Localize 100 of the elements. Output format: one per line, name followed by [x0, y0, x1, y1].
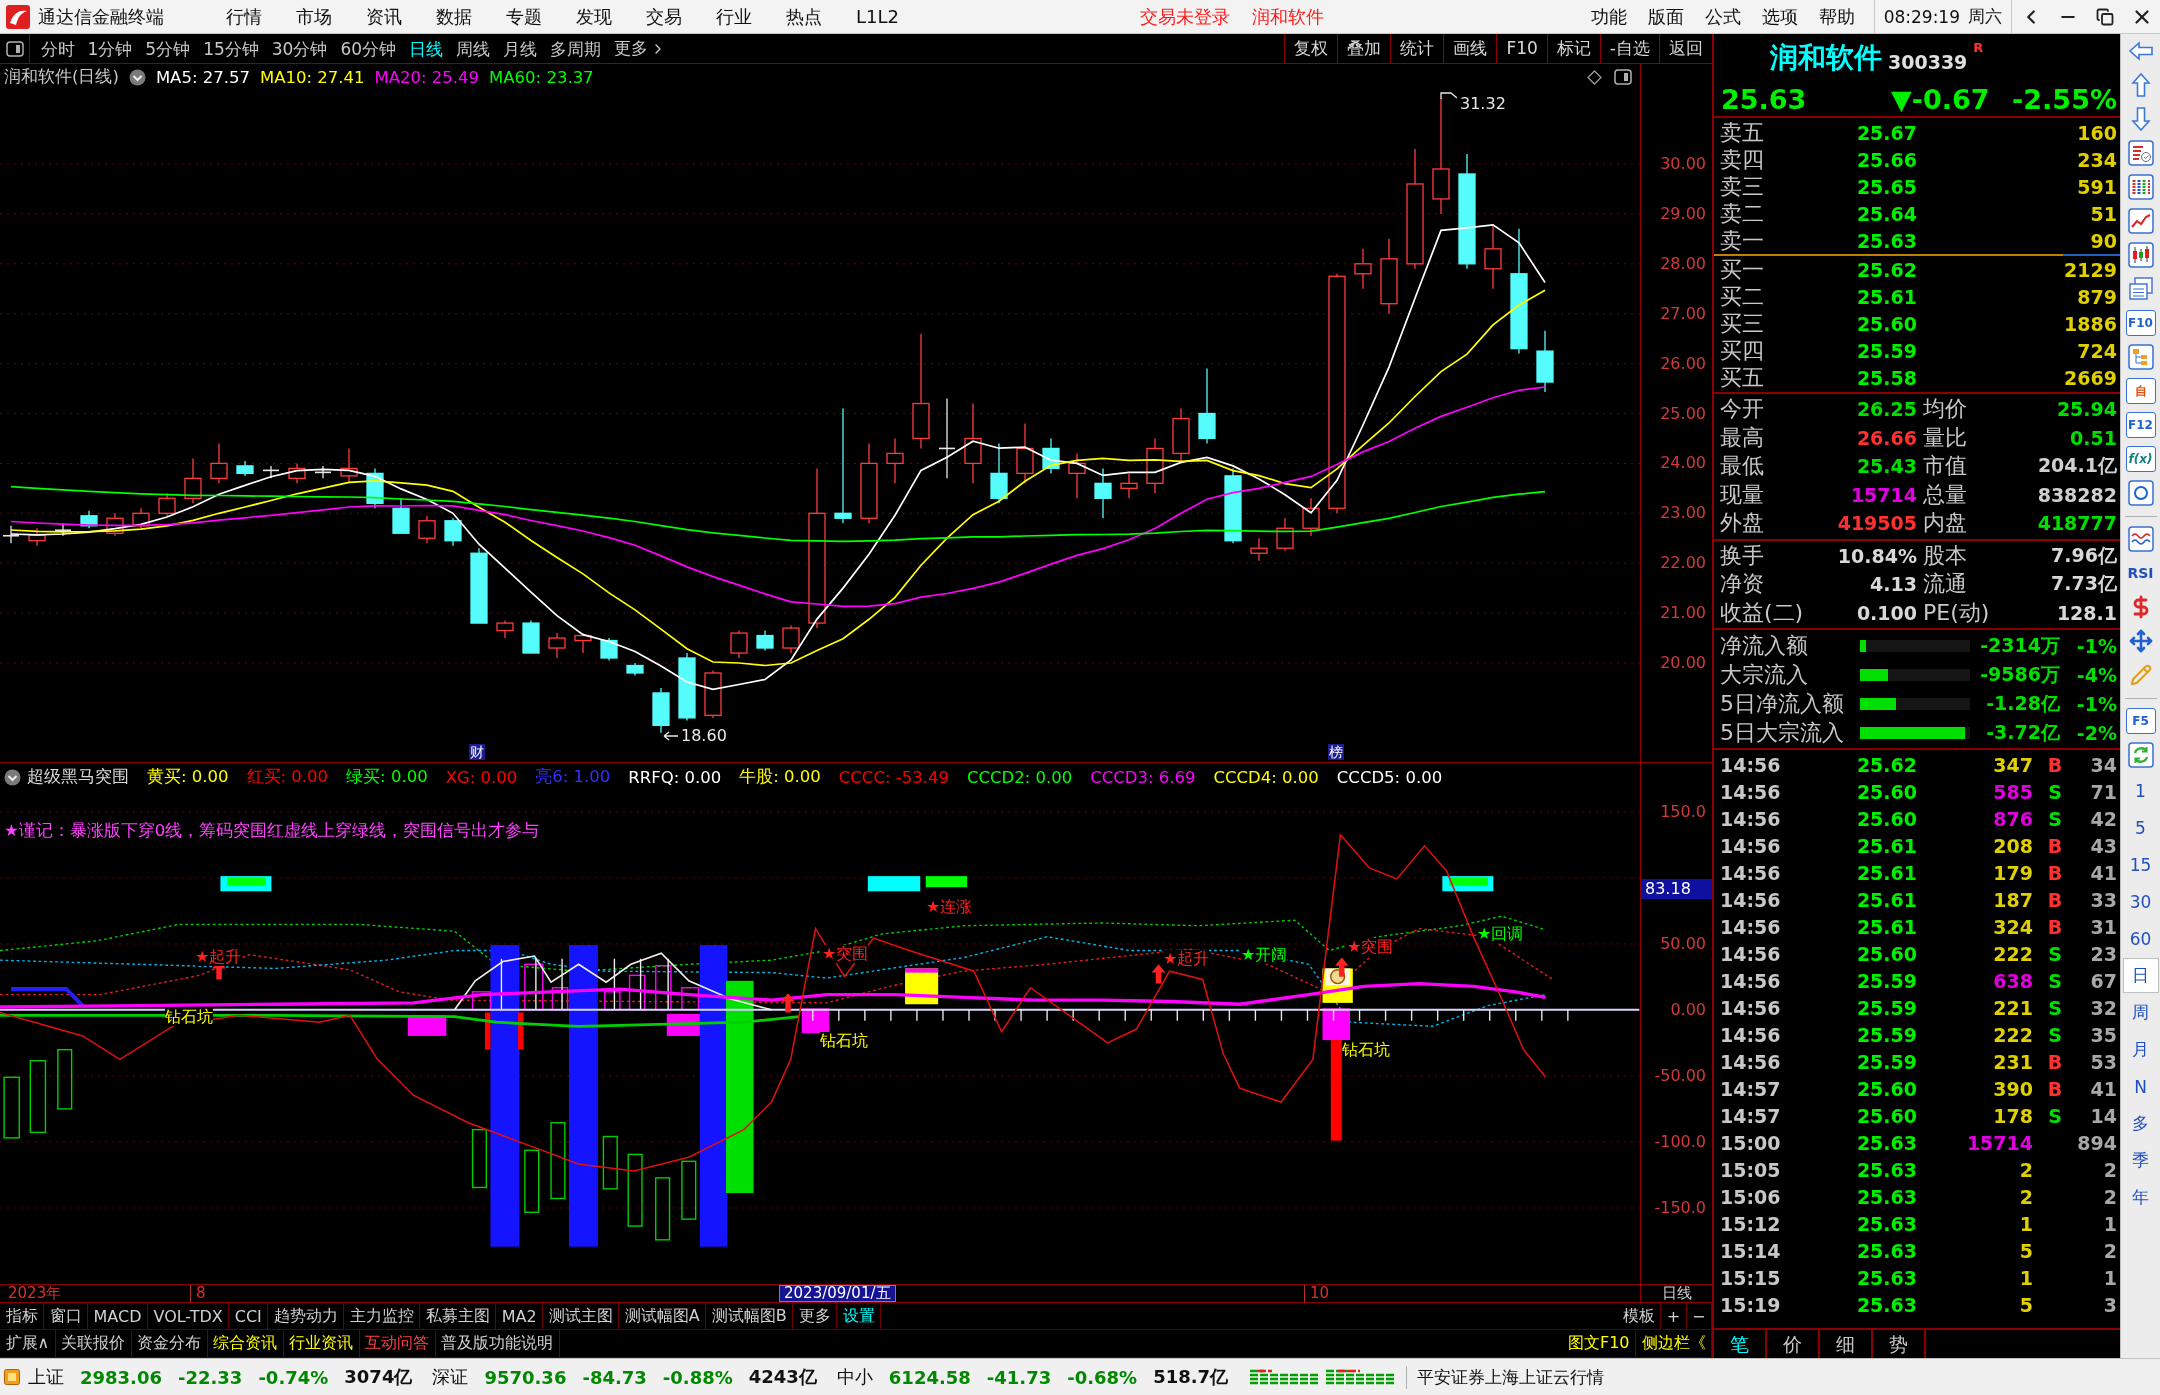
menu-item[interactable]: 功能 — [1580, 0, 1638, 33]
toolbar-button[interactable]: 标记 — [1546, 34, 1600, 63]
wave-icon[interactable] — [2127, 526, 2154, 552]
period-tab[interactable]: 日线 — [402, 34, 450, 63]
side-tool-button[interactable]: F10 — [2125, 310, 2156, 336]
menu-item[interactable]: 热点 — [769, 0, 839, 33]
flow-percent: -4% — [2075, 663, 2117, 686]
toolbar-button[interactable]: 统计 — [1390, 34, 1444, 63]
indicator-tab[interactable]: MA2 — [496, 1303, 544, 1329]
tree-icon[interactable] — [2127, 344, 2154, 370]
period-tab[interactable]: 15分钟 — [196, 34, 266, 63]
dropdown-icon[interactable] — [128, 68, 146, 86]
period-button[interactable]: 周 — [2122, 995, 2159, 1030]
period-button[interactable]: 年 — [2122, 1180, 2159, 1215]
period-button[interactable]: N — [2122, 1069, 2159, 1104]
indicator-tab[interactable]: 测试幅图A — [619, 1303, 707, 1329]
extension-tab[interactable]: 关联报价 — [55, 1330, 132, 1357]
menu-item[interactable]: 版面 — [1637, 0, 1695, 33]
period-button[interactable]: 5 — [2122, 810, 2159, 845]
period-button[interactable]: 月 — [2122, 1032, 2159, 1067]
menu-item[interactable]: 行情 — [209, 0, 279, 33]
period-button[interactable]: 日 — [2122, 958, 2159, 993]
menu-item[interactable]: 行业 — [699, 0, 769, 33]
period-tab[interactable]: 分时 — [34, 34, 81, 63]
menu-item[interactable]: 数据 — [419, 0, 489, 33]
indicator-tab[interactable]: 私募主图 — [420, 1303, 497, 1329]
book-label: 卖五 — [1720, 120, 1765, 145]
period-label: 日线 — [1661, 1285, 1692, 1302]
toolbar-button[interactable]: 复权 — [1284, 34, 1338, 63]
arrow-left-icon[interactable] — [2127, 40, 2154, 62]
diamond-icon[interactable] — [1587, 69, 1602, 85]
refresh-icon[interactable] — [2127, 742, 2154, 768]
extension-tab[interactable]: 互动问答 — [359, 1330, 436, 1357]
period-button[interactable]: 15 — [2122, 847, 2159, 882]
indicator-tab[interactable]: 窗口 — [44, 1303, 88, 1329]
template-button[interactable]: + — [1661, 1303, 1687, 1329]
dropdown-icon[interactable] — [4, 768, 21, 786]
arrow-down-icon[interactable] — [2129, 106, 2152, 132]
period-button[interactable]: 1 — [2122, 773, 2159, 808]
side-tool-button[interactable]: RSI — [2126, 561, 2155, 585]
menu-item[interactable]: L1L2 — [839, 0, 916, 33]
windows-icon[interactable] — [2127, 276, 2154, 302]
period-tab[interactable]: 周线 — [449, 34, 497, 63]
period-tab[interactable]: 30分钟 — [265, 34, 334, 63]
period-tab[interactable]: 月线 — [496, 34, 544, 63]
restore-icon[interactable] — [2095, 7, 2114, 26]
indicator-tab[interactable]: 主力监控 — [344, 1303, 421, 1329]
period-button[interactable]: 季 — [2122, 1143, 2159, 1178]
indicator-tab[interactable]: 更多 — [793, 1303, 838, 1329]
indicator-tab[interactable]: 趋势动力 — [268, 1303, 345, 1329]
toolbar-button[interactable]: F10 — [1496, 34, 1547, 63]
indicator-tab[interactable]: MACD — [88, 1303, 148, 1329]
extension-tab[interactable]: 资金分布 — [131, 1330, 208, 1357]
period-button[interactable]: 60 — [2122, 921, 2159, 956]
indicator-tab[interactable]: CCI — [229, 1303, 269, 1329]
toolbar-button[interactable]: 叠加 — [1337, 34, 1391, 63]
extension-tab[interactable]: 综合资讯 — [207, 1330, 284, 1357]
indicator-tab[interactable]: 测试幅图B — [706, 1303, 794, 1329]
alert-link[interactable]: 润和软件 — [1251, 4, 1324, 29]
menu-item[interactable]: 帮助 — [1808, 0, 1866, 33]
panel-toggle-icon[interactable] — [5, 40, 24, 57]
menu-item[interactable]: 专题 — [489, 0, 559, 33]
toolbar-button[interactable]: -自选 — [1599, 34, 1659, 63]
candlestick-icon[interactable] — [2127, 242, 2154, 268]
extension-tab[interactable]: 扩展∧ — [0, 1330, 56, 1357]
period-button[interactable]: 多 — [2122, 1106, 2159, 1141]
menu-item[interactable]: 发现 — [559, 0, 629, 33]
move-icon[interactable] — [2128, 629, 2153, 653]
extension-tab[interactable]: 行业资讯 — [283, 1330, 360, 1357]
side-tool-button[interactable]: 自 — [2125, 378, 2156, 404]
indicator-tab[interactable]: VOL-TDX — [147, 1303, 230, 1329]
period-tab[interactable]: 60分钟 — [333, 34, 403, 63]
indicator-tab[interactable]: 设置 — [837, 1303, 882, 1329]
side-tool-button[interactable]: F12 — [2125, 412, 2156, 438]
side-tool-button[interactable]: F5 — [2125, 708, 2156, 734]
line-chart-icon[interactable] — [2127, 208, 2154, 234]
tick-time: 14:56 — [1720, 861, 1782, 884]
menu-item[interactable]: 交易 — [629, 0, 699, 33]
panel-link[interactable]: 图文F10 — [1562, 1330, 1636, 1357]
menu-item[interactable]: 市场 — [279, 0, 349, 33]
menu-item[interactable]: 资讯 — [349, 0, 419, 33]
menu-item[interactable]: 选项 — [1751, 0, 1809, 33]
indicator-tab[interactable]: 测试主图 — [543, 1303, 620, 1329]
template-button[interactable]: 模板 — [1617, 1303, 1662, 1329]
more-button[interactable]: 更多 — [607, 37, 673, 60]
period-button[interactable]: 30 — [2122, 884, 2159, 919]
period-tab[interactable]: 1分钟 — [81, 34, 139, 63]
alert-link[interactable]: 交易未登录 — [1139, 4, 1230, 29]
panel-toggle-icon[interactable] — [1614, 69, 1632, 85]
toolbar-button[interactable]: 画线 — [1443, 34, 1497, 63]
arrow-up-icon[interactable] — [2129, 72, 2152, 98]
report-icon[interactable] — [2127, 140, 2154, 166]
extension-tab[interactable]: 普及版功能说明 — [435, 1330, 560, 1357]
side-tool-button[interactable]: f(x) — [2125, 446, 2156, 472]
table-icon[interactable] — [2127, 174, 2154, 200]
period-tab[interactable]: 多周期 — [543, 34, 608, 63]
menu-item[interactable]: 公式 — [1694, 0, 1752, 33]
indicator-tab[interactable]: 指标 — [0, 1303, 44, 1329]
square-icon[interactable] — [4, 1369, 20, 1385]
period-tab[interactable]: 5分钟 — [138, 34, 197, 63]
